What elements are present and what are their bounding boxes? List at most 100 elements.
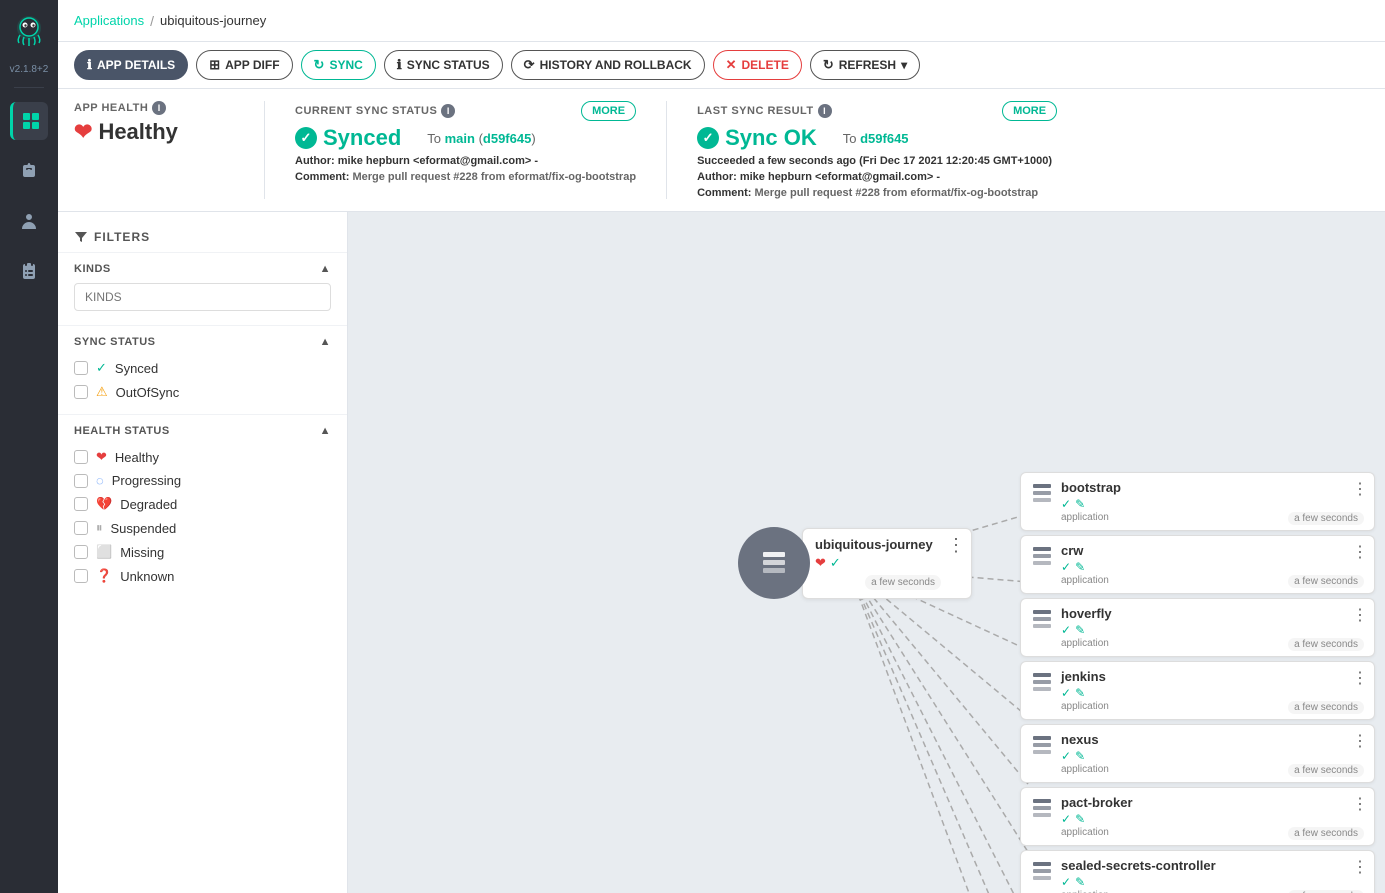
filter-health-status-header[interactable]: HEALTH STATUS ▲ (74, 425, 331, 437)
degraded-status-icon: 💔 (96, 496, 112, 512)
crw-menu-button[interactable]: ⋮ (1352, 542, 1368, 562)
suspended-checkbox[interactable] (74, 521, 88, 535)
nexus-menu-button[interactable]: ⋮ (1352, 731, 1368, 751)
pact-broker-time: a few seconds (1288, 827, 1364, 840)
healthy-checkbox[interactable] (74, 450, 88, 464)
filter-unknown-item[interactable]: ❓ Unknown (74, 564, 331, 588)
sidebar-icon-logs[interactable] (10, 252, 48, 290)
filter-sync-status-header[interactable]: SYNC STATUS ▲ (74, 336, 331, 348)
app-health-value: ❤ Healthy (74, 119, 234, 145)
outofsync-checkbox[interactable] (74, 385, 88, 399)
last-sync-more-button[interactable]: MORE (1002, 101, 1057, 121)
sync-comment-meta: Comment: Merge pull request #228 from ef… (295, 171, 636, 183)
app-node-sealed-secrets[interactable]: sealed-secrets-controller ✓ ✎ applicatio… (1020, 850, 1375, 893)
filter-healthy-item[interactable]: ❤ Healthy (74, 445, 331, 469)
sealed-secrets-status: ✓ ✎ (1061, 875, 1364, 889)
degraded-checkbox[interactable] (74, 497, 88, 511)
filter-synced-item[interactable]: ✓ Synced (74, 356, 331, 380)
bootstrap-menu-button[interactable]: ⋮ (1352, 479, 1368, 499)
breadcrumb-current-app: ubiquitous-journey (160, 13, 266, 28)
healthy-status-icon: ❤ (96, 449, 107, 465)
bootstrap-edit-icon: ✎ (1075, 497, 1085, 511)
sync-status-button[interactable]: ℹ SYNC STATUS (384, 50, 503, 80)
pact-broker-menu-button[interactable]: ⋮ (1352, 794, 1368, 814)
main-node-circle[interactable] (738, 527, 810, 599)
delete-button[interactable]: ✕ DELETE (713, 50, 802, 80)
last-sync-label: LAST SYNC RESULT i (697, 104, 832, 118)
main-node-health-icon: ❤ (815, 555, 826, 571)
breadcrumb-separator: / (150, 13, 154, 29)
filter-icon (74, 230, 88, 244)
outofsync-status-icon: ⚠ (96, 384, 108, 400)
jenkins-name: jenkins (1061, 669, 1364, 684)
last-sync-comment: Comment: Merge pull request #228 from ef… (697, 187, 1057, 199)
sync-status-more-button[interactable]: MORE (581, 101, 636, 121)
app-node-pact-broker[interactable]: pact-broker ✓ ✎ application ⋮ a few seco… (1020, 787, 1375, 846)
main-node-menu-button[interactable]: ⋮ (947, 535, 965, 556)
nexus-name: nexus (1061, 732, 1364, 747)
sealed-secrets-edit-icon: ✎ (1075, 875, 1085, 889)
last-sync-header: LAST SYNC RESULT i MORE (697, 101, 1057, 121)
sync-status-header: CURRENT SYNC STATUS i MORE (295, 101, 636, 121)
filter-outofsync-item[interactable]: ⚠ OutOfSync (74, 380, 331, 404)
suspended-status-icon: ⏸ (96, 520, 103, 536)
nexus-status: ✓ ✎ (1061, 749, 1364, 763)
crw-time: a few seconds (1288, 575, 1364, 588)
status-divider-1 (264, 101, 265, 199)
progressing-checkbox[interactable] (74, 474, 88, 488)
app-health-info-icon: i (152, 101, 166, 115)
main-node-container: ubiquitous-journey ❤ ✓ ⋮ a few seconds (738, 527, 972, 599)
sync-branch: main (445, 131, 475, 146)
filter-degraded-item[interactable]: 💔 Degraded (74, 492, 331, 516)
hoverfly-layers-icon (1031, 608, 1053, 635)
app-details-button[interactable]: ℹ APP DETAILS (74, 50, 188, 80)
crw-layers-icon (1031, 545, 1053, 572)
sync-button[interactable]: ↻ SYNC (301, 50, 376, 80)
missing-label: Missing (120, 545, 164, 560)
sidebar-icon-settings[interactable] (10, 152, 48, 190)
outofsync-label: OutOfSync (116, 385, 180, 400)
main-node-layers-icon (759, 548, 789, 578)
last-sync-value: ✓ Sync OK To d59f645 (697, 125, 1057, 151)
bootstrap-sync-icon: ✓ (1061, 497, 1071, 511)
unknown-checkbox[interactable] (74, 569, 88, 583)
filter-missing-item[interactable]: ⬜ Missing (74, 540, 331, 564)
filter-kinds-header[interactable]: KINDS ▲ (74, 263, 331, 275)
sidebar-divider-1 (14, 87, 44, 88)
filter-progressing-item[interactable]: ◌ Progressing (74, 469, 331, 492)
app-node-hoverfly[interactable]: hoverfly ✓ ✎ application ⋮ a few seconds (1020, 598, 1375, 657)
app-node-nexus[interactable]: nexus ✓ ✎ application ⋮ a few seconds (1020, 724, 1375, 783)
graph-area: ubiquitous-journey ❤ ✓ ⋮ a few seconds (348, 212, 1385, 893)
app-node-crw[interactable]: crw ✓ ✎ application ⋮ a few seconds (1020, 535, 1375, 594)
app-diff-button[interactable]: ⊞ APP DIFF (196, 50, 292, 80)
filter-suspended-item[interactable]: ⏸ Suspended (74, 516, 331, 540)
jenkins-sync-icon: ✓ (1061, 686, 1071, 700)
sync-status-value: ✓ Synced To main (d59f645) (295, 125, 636, 151)
missing-checkbox[interactable] (74, 545, 88, 559)
last-sync-author: Author: mike hepburn <eformat@gmail.com>… (697, 171, 1057, 183)
refresh-button[interactable]: ↻ REFRESH ▾ (810, 50, 920, 80)
app-node-bootstrap[interactable]: bootstrap ✓ ✎ application ⋮ a few second… (1020, 472, 1375, 531)
sealed-secrets-menu-button[interactable]: ⋮ (1352, 857, 1368, 877)
filter-health-status-section: HEALTH STATUS ▲ ❤ Healthy ◌ Progressing (58, 414, 347, 598)
pact-broker-status: ✓ ✎ (1061, 812, 1364, 826)
hoverfly-sync-icon: ✓ (1061, 623, 1071, 637)
hoverfly-menu-button[interactable]: ⋮ (1352, 605, 1368, 625)
synced-checkbox[interactable] (74, 361, 88, 375)
sidebar-icon-user[interactable] (10, 202, 48, 240)
breadcrumb-applications-link[interactable]: Applications (74, 13, 144, 28)
synced-label: Synced (115, 361, 158, 376)
progressing-status-icon: ◌ (96, 473, 104, 488)
sidebar-icon-apps[interactable] (10, 102, 48, 140)
jenkins-menu-button[interactable]: ⋮ (1352, 668, 1368, 688)
sync-ok-check-icon: ✓ (697, 127, 719, 149)
hoverfly-name: hoverfly (1061, 606, 1364, 621)
info-icon: ℹ (87, 57, 92, 73)
last-sync-info-icon: i (818, 104, 832, 118)
app-node-jenkins[interactable]: jenkins ✓ ✎ application ⋮ a few seconds (1020, 661, 1375, 720)
kinds-filter-input[interactable] (74, 283, 331, 311)
sync-to-label: To main (d59f645) (427, 131, 535, 146)
history-rollback-button[interactable]: ⟳ HISTORY AND ROLLBACK (511, 50, 705, 80)
refresh-dropdown-icon: ▾ (901, 58, 907, 72)
crw-name: crw (1061, 543, 1364, 558)
